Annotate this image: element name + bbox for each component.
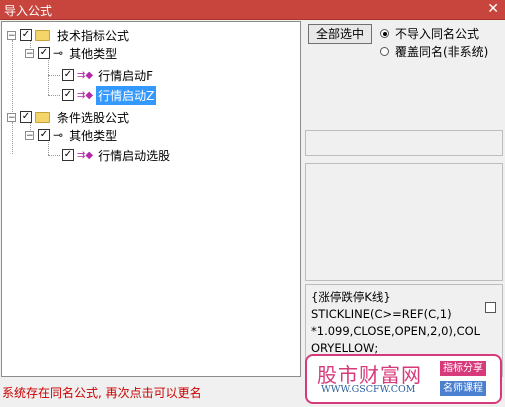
tree-node-formula-z[interactable]: ✓ ⇉◆ 行情启动Z [62, 85, 157, 105]
node-checkbox[interactable]: ✓ [62, 149, 74, 161]
code-line: {涨停跌停K线} [311, 290, 391, 304]
description-panel [305, 163, 503, 281]
radio-circle[interactable] [380, 47, 389, 56]
watermark-logo: 股市财富网 WWW.GSCFW.COM 指标分享 名师课程 [305, 354, 502, 404]
code-line: *1.099,CLOSE,OPEN,2,0),COL [311, 324, 481, 338]
radio-circle[interactable] [380, 29, 389, 38]
radio-dot [382, 31, 387, 36]
tree-connector [48, 75, 60, 76]
node-label: 其他类型 [69, 128, 118, 143]
status-message: 系统存在同名公式, 再次点击可以更名 [2, 386, 202, 400]
tree-node-formula-select[interactable]: ✓ ⇉◆ 行情启动选股 [62, 146, 172, 164]
node-label: 行情启动F [98, 68, 153, 83]
window-title: 导入公式 [4, 4, 53, 18]
tree-connector [48, 95, 60, 96]
select-all-button[interactable]: 全部选中 [308, 24, 372, 44]
radio-no-import-same-name[interactable]: 不导入同名公式 [380, 25, 479, 42]
collapse-toggle[interactable]: − [25, 48, 34, 58]
radio-label: 覆盖同名(非系统) [395, 45, 489, 59]
collapse-toggle[interactable]: − [25, 130, 34, 140]
node-checkbox[interactable]: ✓ [62, 69, 74, 81]
node-label: 技术指标公式 [57, 28, 130, 43]
watermark-tag-share: 指标分享 [440, 361, 486, 376]
tree-node-formula-f[interactable]: ✓ ⇉◆ 行情启动F [62, 66, 155, 84]
collapse-toggle[interactable]: − [7, 30, 16, 40]
node-label: 条件选股公式 [57, 110, 130, 125]
formula-icon: ⇉◆ [77, 89, 94, 101]
tree-connector [12, 122, 13, 154]
folder-icon [35, 111, 50, 123]
node-checkbox[interactable]: ✓ [38, 129, 50, 141]
node-label: 其他类型 [69, 46, 118, 61]
key-icon: ⊸ [53, 46, 64, 60]
info-field [305, 130, 503, 156]
close-icon[interactable]: ✕ [487, 1, 499, 17]
node-checkbox[interactable]: ✓ [38, 47, 50, 59]
node-checkbox[interactable]: ✓ [20, 29, 32, 41]
code-line: STICKLINE(C>=REF(C,1) [311, 307, 452, 321]
key-icon: ⊸ [53, 128, 64, 142]
watermark-tag-course: 名师课程 [440, 381, 486, 396]
node-label-selected: 行情启动Z [96, 85, 157, 105]
tree-connector [12, 40, 13, 112]
title-bar: 导入公式 ✕ [0, 0, 505, 20]
folder-icon [35, 29, 50, 41]
node-checkbox[interactable]: ✓ [62, 89, 74, 101]
radio-label: 不导入同名公式 [395, 27, 480, 41]
tree-node-tech-indicators[interactable]: − ✓ 技术指标公式 [7, 26, 131, 44]
watermark-url: WWW.GSCFW.COM [321, 384, 416, 395]
formula-icon: ⇉◆ [77, 69, 94, 81]
tree-node-stock-selection[interactable]: − ✓ 条件选股公式 [7, 108, 131, 126]
formula-icon: ⇉◆ [77, 149, 94, 161]
node-label: 行情启动选股 [98, 148, 171, 163]
radio-overwrite-same-name[interactable]: 覆盖同名(非系统) [380, 43, 488, 60]
tree-node-other-types[interactable]: − ✓ ⊸ 其他类型 [25, 44, 119, 62]
formula-tree[interactable]: − ✓ 技术指标公式 − ✓ ⊸ 其他类型 ✓ ⇉◆ 行情启动F ✓ ⇉◆ 行情… [1, 21, 301, 377]
node-checkbox[interactable]: ✓ [20, 111, 32, 123]
tree-node-other-types-2[interactable]: − ✓ ⊸ 其他类型 [25, 126, 119, 144]
tree-connector [48, 155, 60, 156]
code-checkbox[interactable] [485, 302, 496, 313]
tree-connector [48, 58, 49, 95]
collapse-toggle[interactable]: − [7, 112, 16, 122]
